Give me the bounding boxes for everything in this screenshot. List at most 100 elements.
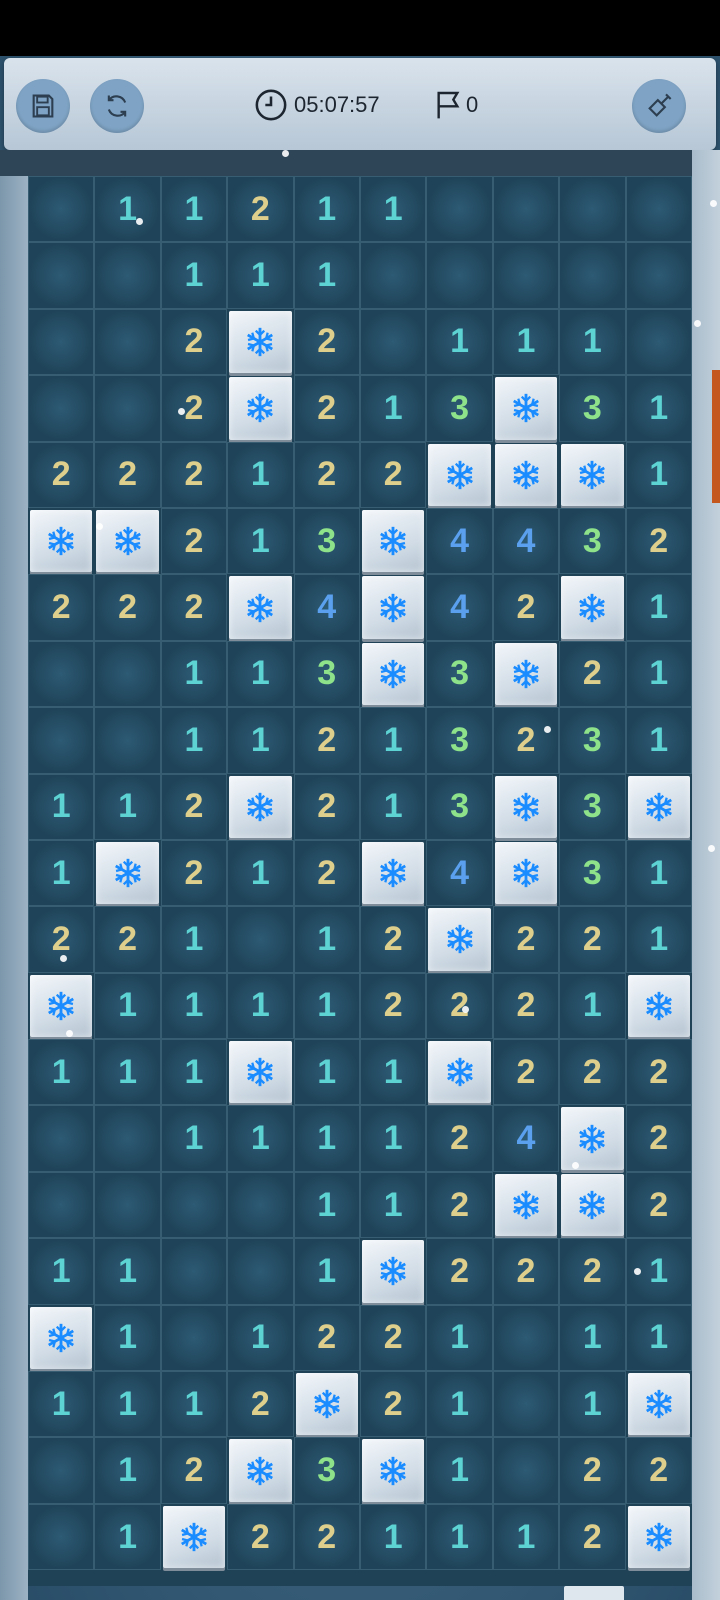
number-cell[interactable]: 1 — [293, 176, 360, 243]
mine-cell[interactable] — [361, 841, 425, 905]
number-cell[interactable]: 2 — [492, 707, 560, 774]
empty-cell[interactable] — [28, 308, 95, 376]
empty-cell[interactable] — [28, 1503, 95, 1571]
number-cell[interactable]: 2 — [227, 176, 294, 243]
number-cell[interactable]: 2 — [359, 906, 427, 973]
number-cell[interactable]: 2 — [293, 375, 360, 442]
empty-cell[interactable] — [426, 242, 493, 309]
number-cell[interactable]: 1 — [426, 1371, 493, 1438]
mine-cell[interactable] — [229, 775, 292, 838]
number-cell[interactable]: 1 — [227, 441, 294, 508]
empty-cell[interactable] — [426, 176, 493, 243]
number-cell[interactable]: 4 — [426, 574, 493, 641]
empty-cell[interactable] — [359, 242, 427, 309]
mine-cell[interactable] — [30, 1306, 93, 1370]
mine-cell[interactable] — [428, 443, 491, 506]
mine-cell[interactable] — [494, 775, 558, 838]
empty-cell[interactable] — [160, 1304, 228, 1372]
number-cell[interactable]: 1 — [625, 1304, 692, 1372]
number-cell[interactable]: 1 — [227, 1105, 294, 1172]
mine-cell[interactable] — [96, 841, 159, 905]
number-cell[interactable]: 2 — [359, 1304, 427, 1372]
empty-cell[interactable] — [94, 640, 161, 708]
number-cell[interactable]: 2 — [94, 441, 161, 508]
number-cell[interactable]: 1 — [293, 1039, 360, 1106]
number-cell[interactable]: 1 — [359, 1105, 427, 1172]
number-cell[interactable]: 3 — [559, 375, 626, 442]
mine-cell[interactable] — [627, 775, 690, 838]
mine-cell[interactable] — [361, 1240, 425, 1303]
number-cell[interactable]: 1 — [293, 1105, 360, 1172]
empty-cell[interactable] — [160, 1171, 228, 1239]
mine-cell[interactable] — [561, 576, 624, 639]
number-cell[interactable]: 3 — [559, 507, 626, 575]
number-cell[interactable]: 3 — [426, 773, 493, 840]
number-cell[interactable]: 1 — [160, 1105, 228, 1172]
mine-cell[interactable] — [229, 1041, 292, 1104]
number-cell[interactable]: 3 — [559, 707, 626, 774]
empty-cell[interactable] — [625, 242, 692, 309]
number-cell[interactable]: 1 — [426, 1503, 493, 1571]
number-cell[interactable]: 1 — [227, 640, 294, 708]
number-cell[interactable]: 1 — [94, 176, 161, 243]
number-cell[interactable]: 1 — [227, 972, 294, 1040]
number-cell[interactable]: 1 — [359, 1171, 427, 1239]
number-cell[interactable]: 1 — [160, 972, 228, 1040]
number-cell[interactable]: 3 — [293, 507, 360, 575]
mine-cell[interactable] — [561, 443, 624, 506]
number-cell[interactable]: 2 — [160, 375, 228, 442]
number-cell[interactable]: 2 — [160, 441, 228, 508]
number-cell[interactable]: 1 — [359, 707, 427, 774]
number-cell[interactable]: 1 — [227, 507, 294, 575]
mine-cell[interactable] — [229, 1439, 292, 1502]
empty-cell[interactable] — [625, 308, 692, 376]
empty-cell[interactable] — [94, 1171, 161, 1239]
empty-cell[interactable] — [625, 176, 692, 243]
empty-cell[interactable] — [28, 707, 95, 774]
number-cell[interactable]: 2 — [426, 1171, 493, 1239]
mine-cell[interactable] — [162, 1505, 226, 1569]
number-cell[interactable]: 2 — [293, 707, 360, 774]
number-cell[interactable]: 2 — [293, 441, 360, 508]
number-cell[interactable]: 1 — [160, 707, 228, 774]
number-cell[interactable]: 2 — [559, 1503, 626, 1571]
mine-cell[interactable] — [627, 974, 690, 1038]
mine-cell[interactable] — [627, 1505, 690, 1569]
number-cell[interactable]: 1 — [160, 906, 228, 973]
number-cell[interactable]: 2 — [293, 1503, 360, 1571]
number-cell[interactable]: 2 — [559, 906, 626, 973]
empty-cell[interactable] — [94, 242, 161, 309]
number-cell[interactable]: 1 — [293, 1238, 360, 1305]
empty-cell[interactable] — [28, 176, 95, 243]
number-cell[interactable]: 1 — [160, 640, 228, 708]
number-cell[interactable]: 4 — [293, 574, 360, 641]
number-cell[interactable]: 1 — [28, 773, 95, 840]
mine-cell[interactable] — [494, 443, 558, 506]
number-cell[interactable]: 2 — [94, 906, 161, 973]
empty-cell[interactable] — [492, 1371, 560, 1438]
number-cell[interactable]: 1 — [359, 1039, 427, 1106]
number-cell[interactable]: 1 — [227, 1304, 294, 1372]
mine-cell[interactable] — [361, 509, 425, 573]
number-cell[interactable]: 1 — [426, 1304, 493, 1372]
number-cell[interactable]: 2 — [359, 441, 427, 508]
mine-cell[interactable] — [428, 1041, 491, 1104]
number-cell[interactable]: 2 — [492, 972, 560, 1040]
mine-cell[interactable] — [96, 509, 159, 573]
number-cell[interactable]: 3 — [426, 640, 493, 708]
number-cell[interactable]: 4 — [426, 839, 493, 907]
number-cell[interactable]: 2 — [625, 1171, 692, 1239]
number-cell[interactable]: 1 — [625, 574, 692, 641]
empty-cell[interactable] — [94, 308, 161, 376]
number-cell[interactable]: 1 — [492, 308, 560, 376]
empty-cell[interactable] — [28, 242, 95, 309]
number-cell[interactable]: 2 — [227, 1371, 294, 1438]
mine-cell[interactable] — [30, 509, 93, 573]
number-cell[interactable]: 1 — [28, 1238, 95, 1305]
empty-cell[interactable] — [559, 242, 626, 309]
mine-cell[interactable] — [561, 1107, 624, 1170]
number-cell[interactable]: 1 — [94, 1304, 161, 1372]
number-cell[interactable]: 1 — [227, 707, 294, 774]
number-cell[interactable]: 1 — [94, 1371, 161, 1438]
number-cell[interactable]: 2 — [293, 839, 360, 907]
